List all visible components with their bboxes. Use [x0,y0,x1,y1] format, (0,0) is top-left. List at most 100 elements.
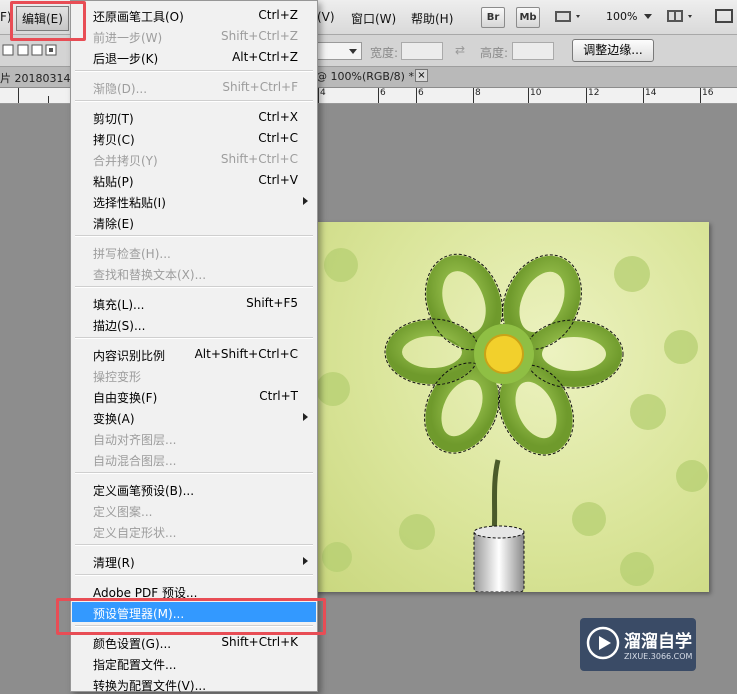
document-tab-active[interactable]: @ 100%(RGB/8) * [316,70,414,83]
menu-view[interactable]: (V) [317,10,335,24]
menu-item[interactable]: 填充(L)... Shift+F5 [72,293,316,313]
ruler-tick [18,88,19,103]
menu-item-shortcut: Shift+F5 [246,296,298,310]
height-field[interactable] [512,42,554,60]
menu-item[interactable]: 转换为配置文件(V)... [72,674,316,694]
menu-item-label: 拼写检查(H)... [93,247,171,261]
menu-item[interactable]: 清除(E) [72,212,316,232]
submenu-arrow-icon [303,197,308,205]
submenu-arrow-icon [303,557,308,565]
menu-separator [75,70,313,72]
ruler-label: 10 [530,88,542,98]
chevron-down-icon [349,49,357,54]
bridge-button[interactable]: Br [481,7,505,28]
menu-separator [75,472,313,474]
height-label: 高度: [480,46,509,60]
menu-item-label: 内容识别比例 [93,349,166,363]
menu-item-shortcut: Shift+Ctrl+K [221,635,298,649]
menu-item: 前进一步(W) Shift+Ctrl+Z [72,26,316,46]
menu-item[interactable]: 变换(A) [72,407,316,427]
zoom-dropdown-icon[interactable] [644,14,652,19]
refine-edge-button[interactable]: 调整边缘... [572,39,654,62]
menu-item[interactable]: 选择性粘贴(I) [72,191,316,211]
menu-item: 定义自定形状... [72,521,316,541]
arrange-documents-button[interactable] [665,7,699,26]
menu-item-label: 颜色设置(G)... [93,637,172,651]
menu-item-label: 清除(E) [93,217,134,231]
menu-item[interactable]: 剪切(T) Ctrl+X [72,107,316,127]
close-tab-icon[interactable]: × [415,69,428,82]
ruler-label: 6 [418,88,424,98]
screen-mode-button[interactable] [712,7,736,26]
menu-item-label: 描边(S)... [93,319,146,333]
menu-help[interactable]: 帮助(H) [411,10,453,27]
menu-item[interactable]: 清理(R) [72,551,316,571]
menu-item[interactable]: 后退一步(K) Alt+Ctrl+Z [72,47,316,67]
ruler-tick [473,88,474,103]
menu-item-label: 选择性粘贴(I) [93,196,166,210]
menu-item-shortcut: Alt+Shift+Ctrl+C [194,347,298,361]
menu-item[interactable]: 内容识别比例 Alt+Shift+Ctrl+C [72,344,316,364]
menu-separator [75,544,313,546]
menu-item: 定义图案... [72,500,316,520]
ruler-label: 8 [475,88,481,98]
ruler-tick [48,96,49,103]
menu-item-shortcut: Shift+Ctrl+F [222,80,298,94]
ruler-label: 6 [380,88,386,98]
menu-item: 拼写检查(H)... [72,242,316,262]
menu-item[interactable]: 描边(S)... [72,314,316,334]
menu-item-shortcut: Shift+Ctrl+C [220,152,298,166]
menu-item-label: 自动对齐图层... [93,433,177,447]
menu-item-label: 渐隐(D)... [93,82,148,96]
menu-item: 渐隐(D)... Shift+Ctrl+F [72,77,316,97]
screen-mode-icon [715,9,733,23]
swap-icon[interactable]: ⇄ [455,43,465,57]
menu-item-label: 自由变换(F) [93,391,158,405]
document-tab-left[interactable]: 片 20180314 [0,70,71,86]
menu-item-label: 拷贝(C) [93,133,135,147]
document-image[interactable] [314,222,709,592]
menu-item[interactable]: 拷贝(C) Ctrl+C [72,128,316,148]
style-select[interactable] [316,42,362,60]
ruler-tick [416,88,417,103]
flower-illustration [384,253,624,592]
menu-item: 自动混合图层... [72,449,316,469]
menu-item-label: 变换(A) [93,412,135,426]
menu-item-label: 查找和替换文本(X)... [93,268,207,282]
menu-window[interactable]: 窗口(W) [351,10,396,27]
menu-item-label: 清理(R) [93,556,135,570]
menu-item[interactable]: 自由变换(F) Ctrl+T [72,386,316,406]
zoom-level[interactable]: 100% [606,10,637,23]
menu-separator [75,235,313,237]
submenu-arrow-icon [303,413,308,421]
play-logo-icon [586,626,620,660]
menu-item-shortcut: Ctrl+C [258,131,298,145]
view-extras-button[interactable] [552,7,586,26]
menu-item[interactable]: 指定配置文件... [72,653,316,673]
ruler-tick [586,88,587,103]
menu-separator [75,286,313,288]
arrange-documents-icon [667,10,692,22]
menu-item-shortcut: Alt+Ctrl+Z [232,50,298,64]
menu-item-label: 填充(L)... [93,298,145,312]
preset-manager-annotation [56,598,326,635]
menu-item[interactable]: 颜色设置(G)... Shift+Ctrl+K [72,632,316,652]
menu-separator [75,337,313,339]
menu-item[interactable]: 定义画笔预设(B)... [72,479,316,499]
menu-item: 合并拷贝(Y) Shift+Ctrl+C [72,149,316,169]
menu-item[interactable]: 粘贴(P) Ctrl+V [72,170,316,190]
menu-item: 自动对齐图层... [72,428,316,448]
menu-item-shortcut: Ctrl+T [259,389,298,403]
selection-mode-icons[interactable] [2,42,64,60]
ruler-tick [528,88,529,103]
menu-separator [75,574,313,576]
menu-item-shortcut: Ctrl+X [258,110,298,124]
edit-menu-annotation [10,1,86,41]
menu-item-shortcut: Ctrl+V [258,173,298,187]
menu-item-label: 后退一步(K) [93,52,159,66]
ruler-tick [378,88,379,103]
mini-bridge-button[interactable]: Mb [516,7,540,28]
width-field[interactable] [401,42,443,60]
menu-item-label: 剪切(T) [93,112,134,126]
menu-item[interactable]: 还原画笔工具(O) Ctrl+Z [72,5,316,25]
